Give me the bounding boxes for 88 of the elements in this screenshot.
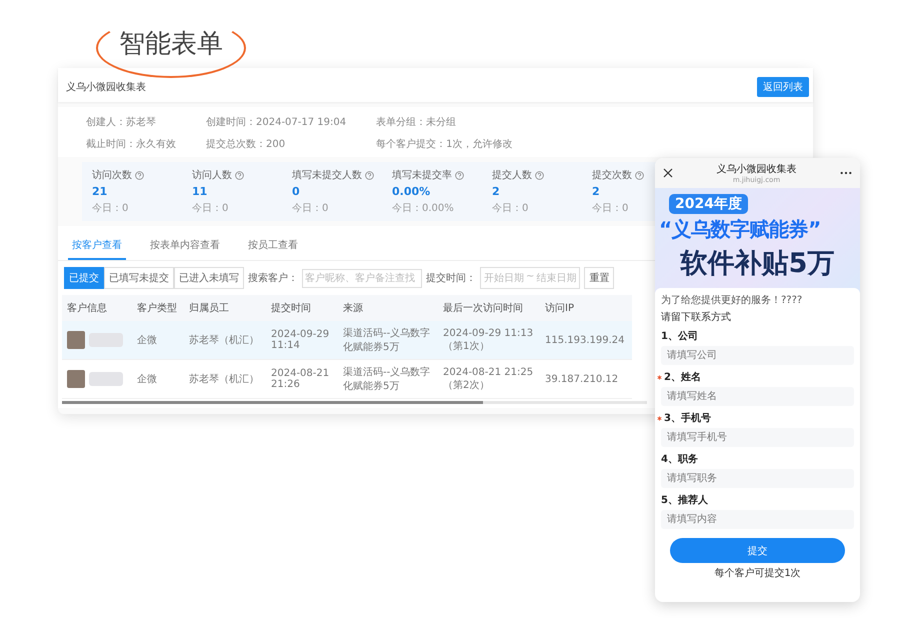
table-cell: 39.187.210.12 xyxy=(540,360,632,398)
table-cell: 企微 xyxy=(132,321,184,360)
submit-note: 每个客户可提交1次 xyxy=(714,566,801,580)
help-icon[interactable] xyxy=(635,170,644,180)
stat-value: 21 xyxy=(92,185,108,198)
banner-subline: 软件补贴5万 xyxy=(680,247,834,281)
info-text: 创建时间：2024-07-17 19:04 xyxy=(206,116,346,129)
view-tab[interactable]: 按客户查看 xyxy=(68,234,126,260)
table-cell: 2024-08-21 21:26 xyxy=(266,360,338,398)
stat-label: 访问次数 xyxy=(92,168,132,182)
field-label: 5、推荐人 xyxy=(661,494,708,507)
table-row[interactable]: 企微 苏老琴（机汇） 2024-08-21 21:26 渠道活码--义乌数字化赋能券5万 2024-08-21 21:25（第2次） 39.187.210.12 xyxy=(62,360,632,398)
date-label: 提交时间： xyxy=(426,272,476,285)
help-icon[interactable] xyxy=(235,170,244,180)
column-header: 来源 xyxy=(338,295,438,321)
column-header: 归属员工 xyxy=(184,295,266,321)
blurred-name xyxy=(89,372,123,386)
close-icon[interactable] xyxy=(663,168,673,178)
input-field[interactable]: 请填写手机号 xyxy=(661,428,854,447)
stat-value: 2 xyxy=(492,185,501,198)
stat-value: 0 xyxy=(292,185,301,198)
view-tab[interactable]: 按表单内容查看 xyxy=(146,234,224,260)
avatar-placeholder xyxy=(67,370,85,388)
status-filter-button[interactable]: 已提交 xyxy=(64,267,104,289)
horizontal-scrollbar[interactable] xyxy=(62,401,647,404)
stat-value: 0.00% xyxy=(392,185,432,198)
info-text: 提交总次数：200 xyxy=(206,138,286,151)
window-title: 义乌小微园收集表 xyxy=(66,80,146,94)
status-filter-button[interactable]: 已填写未提交 xyxy=(104,267,174,289)
required-icon xyxy=(657,374,662,380)
page-title: 义乌小微园收集表 xyxy=(716,162,796,176)
help-icon[interactable] xyxy=(455,170,464,180)
help-icon[interactable] xyxy=(135,170,144,180)
banner-headline: “义乌数字赋能券” xyxy=(659,216,821,243)
info-text: 创建人：苏老琴 xyxy=(86,116,157,129)
more-icon[interactable] xyxy=(840,171,852,175)
table-cell: 渠道活码--义乌数字化赋能券5万 xyxy=(338,360,438,398)
stat-label: 访问人数 xyxy=(192,168,232,182)
table-cell: 苏老琴（机汇） xyxy=(184,321,266,360)
table-cell: 115.193.199.24 xyxy=(540,321,632,360)
submit-button[interactable]: 提交 xyxy=(670,538,845,563)
intro-text: 为了给您提供更好的服务！???? xyxy=(661,294,804,307)
input-field[interactable]: 请填写内容 xyxy=(661,510,854,529)
reset-button[interactable]: 重置 xyxy=(584,267,614,289)
input-field[interactable]: 请填写职务 xyxy=(661,469,854,488)
status-filter-button[interactable]: 已进入未填写 xyxy=(174,267,244,289)
stat-label: 填写未提交人数 xyxy=(292,168,362,182)
stat-today: 今日：0 xyxy=(492,202,530,215)
avatar-placeholder xyxy=(67,331,85,349)
table-cell: 企微 xyxy=(132,360,184,398)
column-header: 提交时间 xyxy=(266,295,338,321)
table-cell: 苏老琴（机汇） xyxy=(184,360,266,398)
info-text: 截止时间：永久有效 xyxy=(86,138,176,151)
info-text: 表单分组：未分组 xyxy=(376,116,458,129)
stat-today: 今日：0 xyxy=(292,202,330,215)
stat-label: 提交人数 xyxy=(492,168,532,182)
table-cell: 2024-09-29 11:13（第1次） xyxy=(438,321,540,360)
column-header: 访问IP xyxy=(540,295,632,321)
table-row[interactable]: 企微 苏老琴（机汇） 2024-09-29 11:14 渠道活码--义乌数字化赋能券5万 2024-09-29 11:13（第1次） 115.193.199.24 xyxy=(62,321,632,360)
field-label: 4、职务 xyxy=(661,452,698,466)
help-icon[interactable] xyxy=(535,170,544,180)
table-cell: 渠道活码--义乌数字化赋能券5万 xyxy=(338,321,438,360)
field-label: 1、公司 xyxy=(661,330,698,343)
stat-label: 提交次数 xyxy=(592,168,632,182)
table-cell: 2024-09-29 11:14 xyxy=(266,321,338,360)
search-label: 搜索客户： xyxy=(248,272,298,285)
table-cell: 2024-08-21 21:25（第2次） xyxy=(438,360,540,398)
column-header: 客户信息 xyxy=(62,295,132,321)
field-label: 3、手机号 xyxy=(664,412,711,425)
stat-today: 今日：0 xyxy=(92,202,130,215)
required-icon xyxy=(657,416,662,420)
stat-today: 今日：0 xyxy=(192,202,230,215)
view-tab[interactable]: 按员工查看 xyxy=(244,234,302,260)
prompt-text: 请留下联系方式 xyxy=(661,310,732,324)
stat-today: 今日：0.00% xyxy=(392,202,455,215)
input-field[interactable]: 请填写姓名 xyxy=(661,387,854,406)
stat-value: 2 xyxy=(592,185,601,198)
field-label: 2、姓名 xyxy=(664,370,701,384)
stat-label: 填写未提交率 xyxy=(392,168,452,182)
help-icon[interactable] xyxy=(365,170,374,180)
info-text: 每个客户提交：1次，允许修改 xyxy=(376,138,512,151)
input-field[interactable]: 请填写公司 xyxy=(661,346,854,365)
search-field[interactable]: 客户昵称、客户备注查找 xyxy=(302,268,422,288)
back-button[interactable]: 返回列表 xyxy=(757,77,809,97)
column-header: 最后一次访问时间 xyxy=(438,295,540,321)
year-badge: 2024年度 xyxy=(669,194,748,214)
stat-value: 11 xyxy=(192,185,208,198)
column-header: 客户类型 xyxy=(132,295,184,321)
